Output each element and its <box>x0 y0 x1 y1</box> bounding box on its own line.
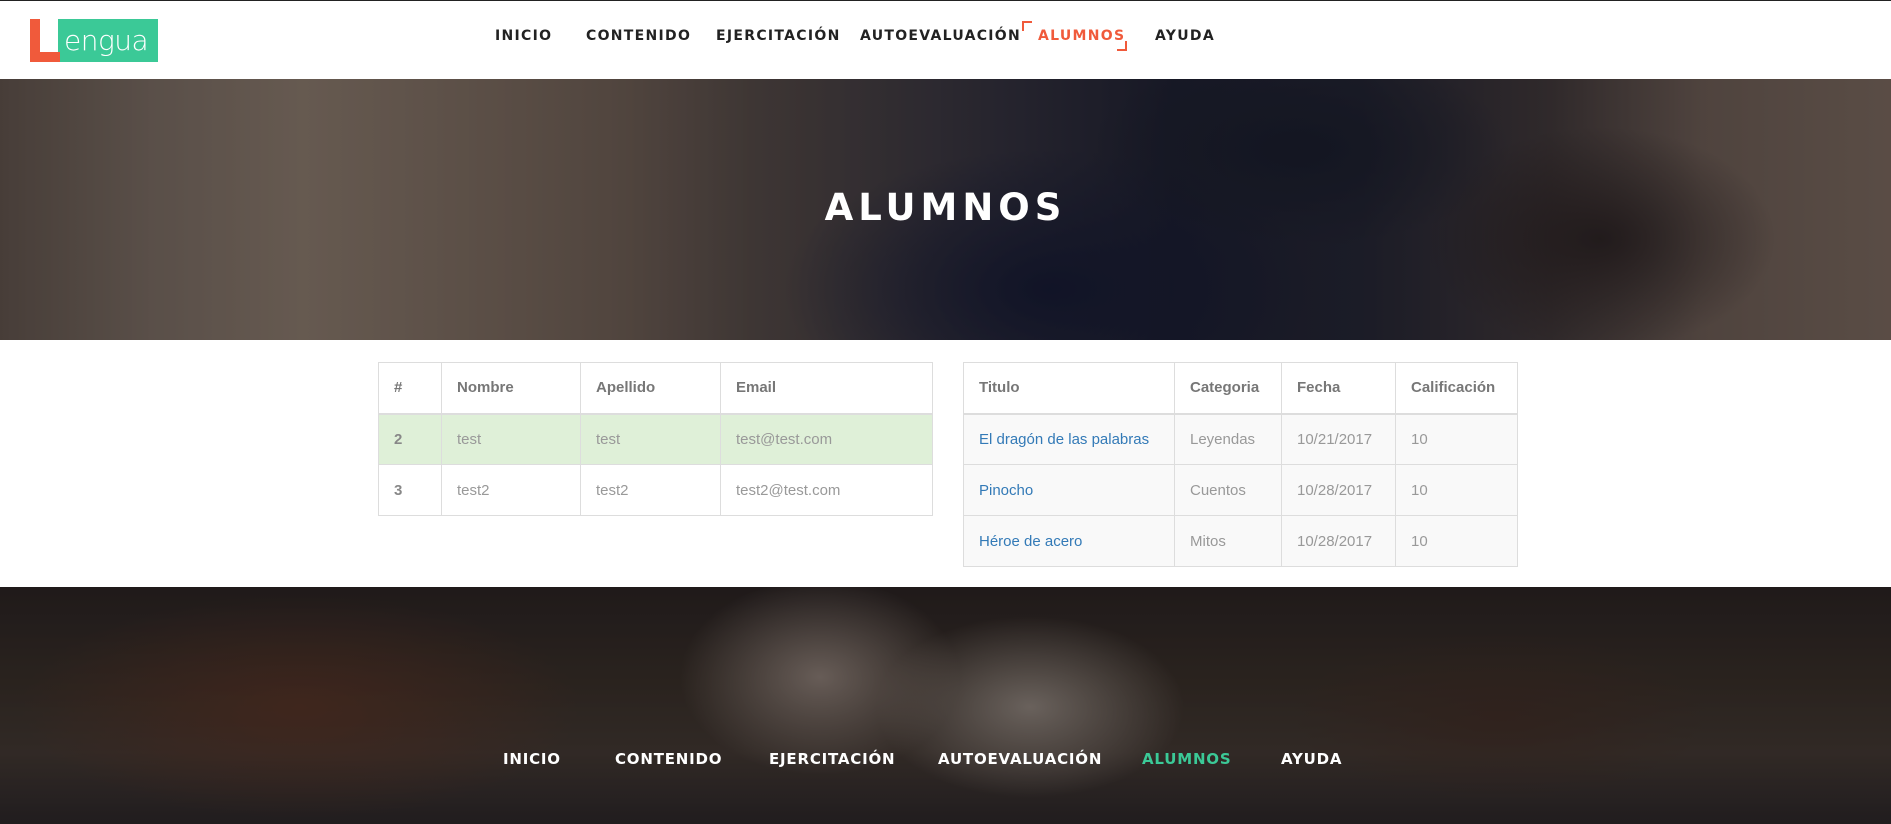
result-categoria: Mitos <box>1174 515 1282 567</box>
result-calificacion: 10 <box>1395 515 1518 567</box>
student-nombre: test <box>441 413 581 465</box>
result-fecha: 10/28/2017 <box>1281 464 1396 516</box>
nav-item-ayuda[interactable]: AYUDA <box>1155 28 1215 44</box>
hero-banner: ALUMNOS <box>0 79 1891 340</box>
footer-nav-item-alumnos[interactable]: ALUMNOS <box>1142 750 1231 768</box>
results-table: Titulo Categoria Fecha Calificación El d… <box>963 362 1518 567</box>
active-bracket-bottom-right <box>1117 41 1127 51</box>
footer-nav-item-ayuda[interactable]: AYUDA <box>1281 750 1342 768</box>
students-table: # Nombre Apellido Email 2 test test test… <box>378 362 933 516</box>
student-email: test@test.com <box>720 413 933 465</box>
column-header-categoria: Categoria <box>1174 362 1282 415</box>
result-categoria: Cuentos <box>1174 464 1282 516</box>
student-apellido: test <box>580 413 721 465</box>
student-email: test2@test.com <box>720 464 933 516</box>
result-title-link[interactable]: El dragón de las palabras <box>979 431 1149 448</box>
table-row: El dragón de las palabras Leyendas 10/21… <box>963 413 1518 465</box>
student-nombre: test2 <box>441 464 581 516</box>
column-header-email: Email <box>720 362 933 415</box>
table-row[interactable]: 2 test test test@test.com <box>378 413 933 465</box>
result-title-link[interactable]: Héroe de acero <box>979 533 1082 550</box>
nav-item-ejercitacion[interactable]: EJERCITACIÓN <box>716 28 841 44</box>
table-row: Pinocho Cuentos 10/28/2017 10 <box>963 464 1518 516</box>
nav-item-contenido[interactable]: CONTENIDO <box>586 28 691 44</box>
column-header-apellido: Apellido <box>580 362 721 415</box>
page-title: ALUMNOS <box>824 186 1067 229</box>
result-fecha: 10/21/2017 <box>1281 413 1396 465</box>
column-header-calificacion: Calificación <box>1395 362 1518 415</box>
column-header-titulo: Titulo <box>963 362 1175 415</box>
footer-nav-item-inicio[interactable]: INICIO <box>503 750 561 768</box>
table-row[interactable]: 3 test2 test2 test2@test.com <box>378 464 933 516</box>
active-bracket-top-left <box>1022 21 1032 31</box>
result-calificacion: 10 <box>1395 413 1518 465</box>
table-header-row: Titulo Categoria Fecha Calificación <box>963 362 1518 415</box>
student-id: 3 <box>378 464 442 516</box>
footer-overlay <box>0 587 1891 824</box>
footer-nav-item-autoevaluacion[interactable]: AUTOEVALUACIÓN <box>938 750 1102 768</box>
table-header-row: # Nombre Apellido Email <box>378 362 933 415</box>
nav-item-alumnos[interactable]: ALUMNOS <box>1038 28 1125 44</box>
main-nav: INICIO CONTENIDO EJERCITACIÓN AUTOEVALUA… <box>0 1 1891 71</box>
footer-nav-item-contenido[interactable]: CONTENIDO <box>615 750 722 768</box>
site-header: engua INICIO CONTENIDO EJERCITACIÓN AUTO… <box>0 0 1891 79</box>
footer-nav-item-ejercitacion[interactable]: EJERCITACIÓN <box>769 750 895 768</box>
nav-item-autoevaluacion[interactable]: AUTOEVALUACIÓN <box>860 28 1021 44</box>
column-header-number: # <box>378 362 442 415</box>
result-calificacion: 10 <box>1395 464 1518 516</box>
result-title-link[interactable]: Pinocho <box>979 482 1033 499</box>
table-row: Héroe de acero Mitos 10/28/2017 10 <box>963 515 1518 567</box>
nav-item-inicio[interactable]: INICIO <box>495 28 552 44</box>
result-fecha: 10/28/2017 <box>1281 515 1396 567</box>
result-categoria: Leyendas <box>1174 413 1282 465</box>
student-apellido: test2 <box>580 464 721 516</box>
column-header-fecha: Fecha <box>1281 362 1396 415</box>
column-header-nombre: Nombre <box>441 362 581 415</box>
student-id: 2 <box>378 413 442 465</box>
site-footer: INICIO CONTENIDO EJERCITACIÓN AUTOEVALUA… <box>0 587 1891 824</box>
